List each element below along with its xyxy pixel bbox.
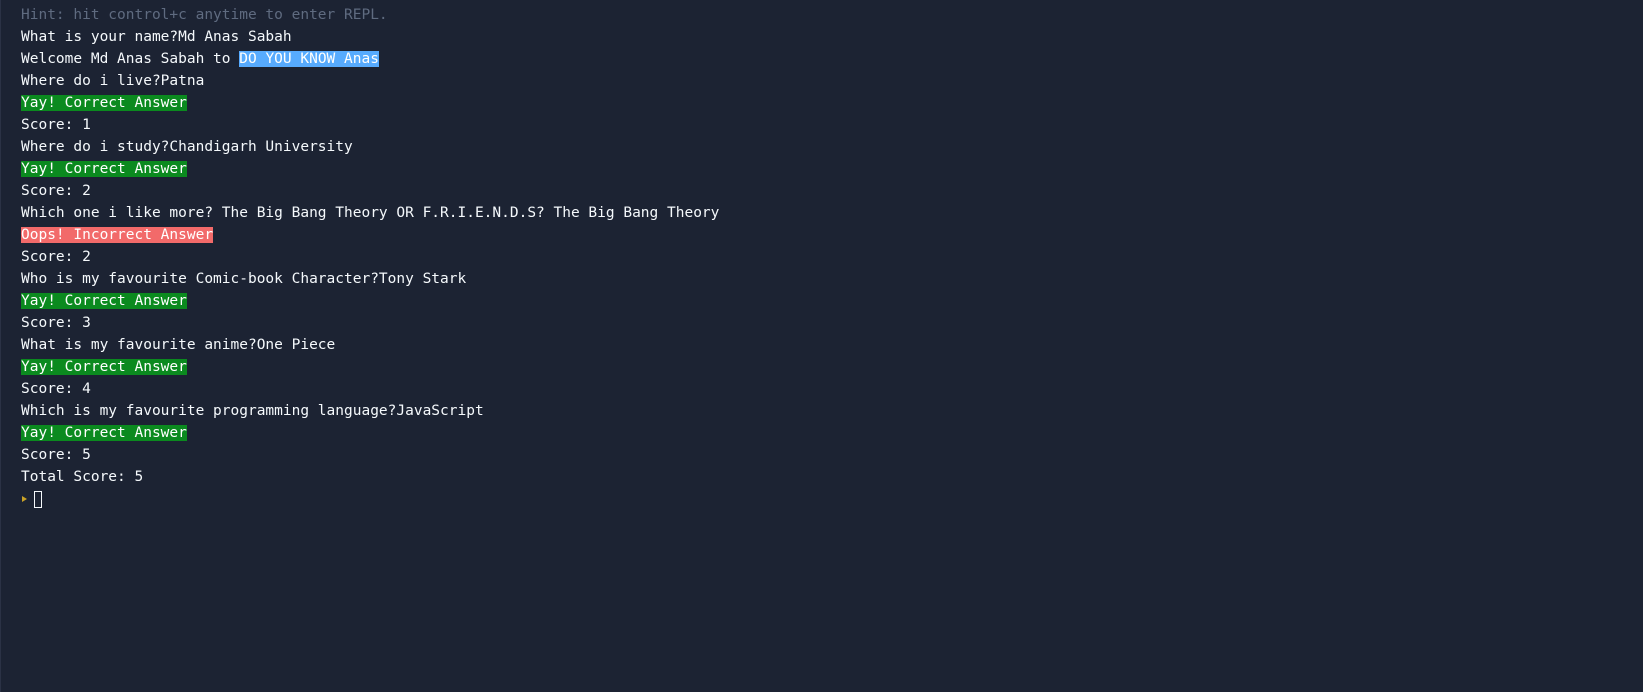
repl-prompt[interactable] xyxy=(21,488,1643,510)
output-line: Which is my favourite programming langua… xyxy=(21,403,484,419)
result-line: Yay! Correct Answer xyxy=(21,290,1643,312)
result-line: Yay! Correct Answer xyxy=(21,158,1643,180)
prompt-arrow-icon xyxy=(22,496,27,502)
console-output[interactable]: Hint: hit control+c anytime to enter REP… xyxy=(0,0,1643,692)
welcome-line: Welcome Md Anas Sabah to DO YOU KNOW Ana… xyxy=(21,48,1643,70)
output-line: Who is my favourite Comic-book Character… xyxy=(21,271,467,287)
repl-hint: Hint: hit control+c anytime to enter REP… xyxy=(21,7,388,23)
score-line: Score: 3 xyxy=(21,315,91,331)
score-line: Score: 2 xyxy=(21,249,91,265)
text-cursor[interactable] xyxy=(34,490,42,508)
result-line: Yay! Correct Answer xyxy=(21,356,1643,378)
score-line: Score: 2 xyxy=(21,183,91,199)
correct-answer-badge: Yay! Correct Answer xyxy=(21,425,187,441)
score-line: Score: 1 xyxy=(21,117,91,133)
incorrect-answer-badge: Oops! Incorrect Answer xyxy=(21,227,214,243)
score-line: Score: 5 xyxy=(21,447,91,463)
correct-answer-badge: Yay! Correct Answer xyxy=(21,293,187,309)
correct-answer-badge: Yay! Correct Answer xyxy=(21,95,187,111)
result-line: Oops! Incorrect Answer xyxy=(21,224,1643,246)
welcome-text: Welcome Md Anas Sabah to xyxy=(21,51,240,67)
output-line: What is your name?Md Anas Sabah xyxy=(21,29,292,45)
game-title-highlight: DO YOU KNOW Anas xyxy=(239,51,379,67)
output-line: What is my favourite anime?One Piece xyxy=(21,337,336,353)
result-line: Yay! Correct Answer xyxy=(21,92,1643,114)
result-line: Yay! Correct Answer xyxy=(21,422,1643,444)
score-line: Score: 4 xyxy=(21,381,91,397)
output-line: Where do i study?Chandigarh University xyxy=(21,139,353,155)
correct-answer-badge: Yay! Correct Answer xyxy=(21,161,187,177)
total-score-line: Total Score: 5 xyxy=(21,469,144,485)
correct-answer-badge: Yay! Correct Answer xyxy=(21,359,187,375)
output-line: Where do i live?Patna xyxy=(21,73,205,89)
output-line: Which one i like more? The Big Bang Theo… xyxy=(21,205,720,221)
